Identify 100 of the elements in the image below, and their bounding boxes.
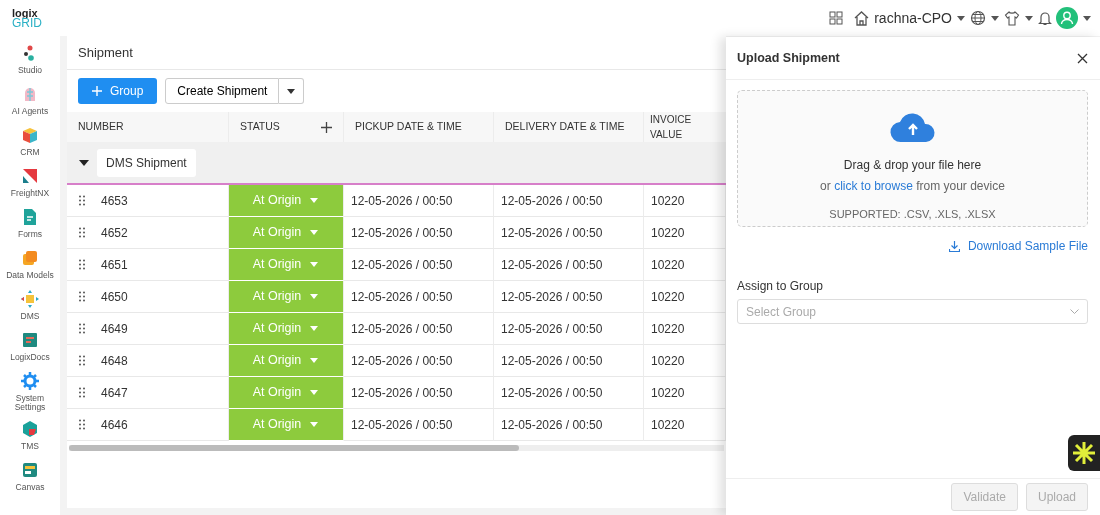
globe-icon[interactable] [970,10,986,26]
table-cell-text: 12-05-2026 / 00:50 [501,256,603,274]
settings-icon[interactable] [21,372,39,390]
table-cell-text: 10220 [651,288,685,306]
browse-text: or click to browse from your device [820,178,1005,195]
table-cell-text: 4652 [101,224,128,242]
sidebar-item[interactable]: LogixDocs [10,353,50,362]
dropdown-button[interactable] [279,78,305,104]
plus-icon [92,86,102,96]
drag-handle-icon[interactable] [79,195,85,206]
create-shipment-button[interactable]: Create Shipment [165,78,280,104]
triangle-icon[interactable] [21,167,39,185]
table-cell-text: 10220 [651,192,685,210]
asterisk-icon[interactable] [1072,441,1096,465]
table-cell-text: 4651 [101,256,128,274]
caret-icon [309,420,320,429]
sidebar-item[interactable]: FreightNX [10,189,50,198]
scrollbar[interactable] [69,445,724,451]
caret-icon [309,260,320,269]
drop-instruction: Drag & drop your file here [843,157,982,174]
sidebar-item[interactable]: Canvas [15,483,45,492]
table-cell-text: 10220 [651,224,685,242]
table-cell-text: 12-05-2026 / 00:50 [501,416,603,434]
table-cell-text: 12-05-2026 / 00:50 [351,384,453,402]
download-icon [948,240,960,252]
drag-handle-icon[interactable] [79,419,85,430]
sidebar-item[interactable]: AI Agents [11,107,49,116]
column-header[interactable]: NUMBER [78,119,124,135]
chevron-down-icon [1070,308,1079,315]
table-cell-text: 12-05-2026 / 00:50 [501,352,603,370]
table-cell-text: 4646 [101,416,128,434]
collapse-caret-icon[interactable] [79,157,89,168]
drag-handle-icon[interactable] [79,291,85,302]
download-sample-link[interactable]: Download Sample File [948,237,1088,255]
caret-icon[interactable] [990,13,1000,23]
table-cell-text: 12-05-2026 / 00:50 [351,320,453,338]
table-cell-text: 10220 [651,416,685,434]
table-cell-text: 12-05-2026 / 00:50 [501,288,603,306]
table-cell-text: 12-05-2026 / 00:50 [351,288,453,306]
document-icon[interactable] [21,208,39,226]
browse-link[interactable]: click to browse [834,179,913,193]
table-cell-text: 12-05-2026 / 00:50 [501,192,603,210]
supported-formats: SUPPORTED: .CSV, .XLS, .XLSX [829,207,996,222]
drag-handle-icon[interactable] [79,355,85,366]
group-label: DMS Shipment [97,148,196,177]
table-cell-text: 12-05-2026 / 00:50 [351,256,453,274]
sidebar-item[interactable]: CRM [20,148,40,157]
table-cell-text: 10220 [651,256,685,274]
document-icon[interactable] [21,331,39,349]
table-cell-text: 4649 [101,320,128,338]
table-cell-text: 4650 [101,288,128,306]
table-cell-text: 10220 [651,384,685,402]
page-title: Shipment [78,43,133,62]
table-cell-text: 12-05-2026 / 00:50 [501,224,603,242]
drag-handle-icon[interactable] [79,387,85,398]
table-cell-text: 12-05-2026 / 00:50 [351,416,453,434]
field-label: Assign to Group [737,278,825,295]
sidebar-item[interactable]: Studio [17,66,43,75]
table-cell-text: 12-05-2026 / 00:50 [351,224,453,242]
caret-icon [286,86,297,96]
bell-icon[interactable] [1038,10,1052,26]
sidebar-item[interactable]: Forms [17,230,43,239]
panel-icon[interactable] [21,461,39,479]
drag-handle-icon[interactable] [79,323,85,334]
apps-grid-icon[interactable] [829,11,844,25]
caret-icon [309,356,320,365]
sidebar-item[interactable]: System Settings [0,394,60,412]
caret-icon [309,228,320,237]
table-cell-text: 12-05-2026 / 00:50 [501,384,603,402]
table-cell-text: 4653 [101,192,128,210]
caret-icon [309,196,320,205]
drag-handle-icon[interactable] [79,227,85,238]
sidebar-item[interactable]: Data Models [6,271,54,280]
hexagon-icon[interactable] [21,420,39,438]
workspace-name[interactable]: rachna-CPO [874,7,952,29]
shirt-icon[interactable] [1004,10,1020,26]
table-cell-text: 4648 [101,352,128,370]
caret-icon [309,292,320,301]
close-icon[interactable] [1077,52,1088,64]
table-cell-text: 12-05-2026 / 00:50 [351,352,453,370]
caret-icon[interactable] [1082,13,1092,23]
caret-icon[interactable] [956,13,966,23]
home-icon[interactable] [853,10,871,26]
drag-handle-icon[interactable] [79,259,85,270]
add-column-icon[interactable] [321,121,332,133]
caret-icon [309,324,320,333]
caret-icon [309,388,320,397]
table-cell-text: 4647 [101,384,128,402]
logo-text: GRID [12,17,42,29]
drawer-title: Upload Shipment [737,49,840,67]
sidebar-item[interactable]: DMS [20,312,40,321]
table-cell-text: 10220 [651,352,685,370]
cube-icon[interactable] [21,126,39,144]
column-header[interactable]: STATUS [240,119,280,135]
drop-zone[interactable]: Drag & drop your file here or click to browse from your device SUPPORTED: .CSV, .XLS, .XLSX [737,90,1088,227]
sidebar-item[interactable]: TMS [21,442,39,451]
table-cell-text: 10220 [651,320,685,338]
caret-icon[interactable] [1024,13,1034,23]
table-cell-text: 12-05-2026 / 00:50 [501,320,603,338]
logo-text: logix [12,7,38,18]
